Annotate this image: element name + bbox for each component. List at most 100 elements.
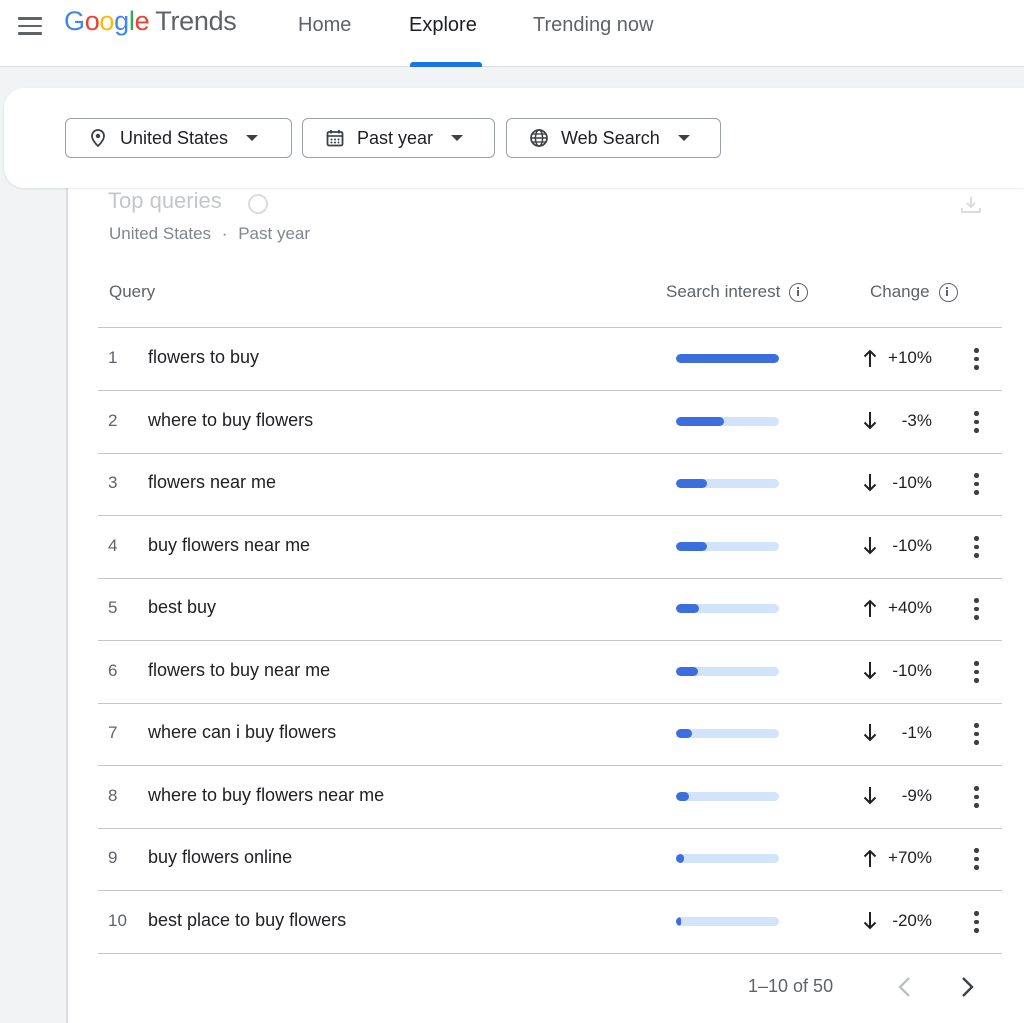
tab-explore[interactable]: Explore: [409, 14, 477, 37]
card-title: Top queries: [108, 188, 222, 213]
pagination-range: 1–10 of 50: [748, 976, 834, 996]
download-icon[interactable]: [960, 195, 982, 215]
query-text[interactable]: where can i buy flowers: [148, 722, 336, 743]
card-subtitle: United States · Past year: [109, 224, 310, 244]
dropdown-caret-icon: [246, 135, 259, 141]
table-row[interactable]: 6 flowers to buy near me -10%: [98, 641, 1002, 703]
change-value: -9%: [901, 786, 932, 805]
tab-trending-now[interactable]: Trending now: [533, 14, 653, 37]
query-text[interactable]: where to buy flowers near me: [148, 785, 384, 806]
more-vert-icon[interactable]: [968, 535, 984, 559]
top-app-bar: Go o g l e Trends Home Explore Trending now: [0, 0, 1024, 67]
search-interest-bar-fill: [676, 917, 681, 926]
row-rank: 4: [108, 536, 118, 555]
change-value: -1%: [901, 723, 932, 742]
change-value: +10%: [888, 348, 932, 367]
column-header-query-label: Query: [109, 282, 156, 301]
table-row[interactable]: 3 flowers near me -10%: [98, 453, 1002, 515]
query-text[interactable]: where to buy flowers: [148, 410, 313, 431]
table-divider: [98, 953, 1002, 954]
dropdown-caret-icon: [677, 135, 690, 141]
arrow-down-icon: [863, 474, 877, 492]
location-filter-label: United States: [120, 127, 229, 148]
arrow-up-icon: [863, 349, 877, 367]
search-interest-bar-fill: [676, 792, 690, 801]
info-icon[interactable]: [938, 282, 958, 302]
subtitle-location: United States: [109, 224, 212, 243]
logo-letter: g: [114, 6, 129, 36]
search-interest-bar-fill: [676, 417, 725, 426]
row-rank: 8: [108, 786, 118, 805]
query-text[interactable]: buy flowers near me: [148, 535, 310, 556]
filter-bar: United States Past year Web Search: [4, 88, 1024, 188]
dropdown-caret-icon: [451, 135, 464, 141]
more-vert-icon[interactable]: [968, 597, 984, 621]
table-row[interactable]: 10 best place to buy flowers -20%: [98, 891, 1002, 953]
info-icon[interactable]: [248, 194, 268, 214]
search-interest-bar-fill: [676, 604, 699, 613]
chevron-left-icon[interactable]: [893, 974, 917, 1000]
arrow-down-icon: [863, 787, 877, 805]
change-value: +70%: [888, 848, 932, 867]
tab-home[interactable]: Home: [298, 14, 351, 37]
more-vert-icon[interactable]: [968, 847, 984, 871]
table-row[interactable]: 4 buy flowers near me -10%: [98, 516, 1002, 578]
query-text[interactable]: buy flowers online: [148, 847, 292, 868]
time-range-filter-label: Past year: [357, 127, 434, 148]
more-vert-icon[interactable]: [968, 660, 984, 684]
search-interest-bar-fill: [676, 729, 693, 738]
search-interest-bar-fill: [676, 854, 685, 863]
logo-suffix: Trends: [155, 6, 237, 36]
menu-icon[interactable]: [14, 14, 46, 38]
search-type-filter-label: Web Search: [561, 127, 660, 148]
globe-icon: [530, 129, 548, 147]
search-interest-bar-fill: [676, 354, 779, 363]
change-value: -10%: [892, 536, 932, 555]
change-value: -3%: [901, 411, 932, 430]
location-filter[interactable]: United States: [65, 118, 292, 158]
row-rank: 7: [108, 723, 118, 742]
query-text[interactable]: best buy: [148, 597, 216, 618]
table-row[interactable]: 7 where can i buy flowers -1%: [98, 703, 1002, 765]
chevron-right-icon[interactable]: [955, 974, 979, 1000]
search-interest-bar: [676, 417, 779, 426]
row-rank: 1: [108, 348, 118, 367]
calendar-icon: [326, 130, 344, 147]
table-row[interactable]: 8 where to buy flowers near me -9%: [98, 766, 1002, 828]
more-vert-icon[interactable]: [968, 472, 984, 496]
table-row[interactable]: 5 best buy +40%: [98, 578, 1002, 640]
more-vert-icon[interactable]: [968, 910, 984, 934]
arrow-down-icon: [863, 912, 877, 930]
more-vert-icon[interactable]: [968, 410, 984, 434]
search-interest-bar: [676, 479, 779, 488]
query-text[interactable]: flowers to buy near me: [148, 660, 330, 681]
subtitle-separator: ·: [221, 224, 228, 243]
search-interest-bar: [676, 792, 779, 801]
query-text[interactable]: flowers near me: [148, 472, 276, 493]
logo-letter: o: [84, 6, 100, 36]
time-range-filter[interactable]: Past year: [302, 118, 495, 158]
arrow-up-icon: [863, 849, 877, 867]
change-value: -10%: [892, 661, 932, 680]
query-text[interactable]: best place to buy flowers: [148, 910, 346, 931]
query-text[interactable]: flowers to buy: [148, 347, 259, 368]
info-icon[interactable]: [789, 282, 809, 302]
search-type-filter[interactable]: Web Search: [506, 118, 721, 158]
search-interest-bar: [676, 667, 779, 676]
more-vert-icon[interactable]: [968, 722, 984, 746]
column-header-change: Change: [870, 282, 958, 302]
arrow-up-icon: [863, 599, 877, 617]
more-vert-icon[interactable]: [968, 785, 984, 809]
logo-letter: G: [64, 6, 85, 36]
table-row[interactable]: 1 flowers to buy +10%: [98, 328, 1002, 390]
search-interest-bar-fill: [676, 479, 707, 488]
search-interest-bar: [676, 604, 779, 613]
change-value: -10%: [892, 473, 932, 492]
google-trends-logo[interactable]: Go o g l e Trends: [64, 6, 237, 46]
row-rank: 2: [108, 411, 118, 430]
more-vert-icon[interactable]: [968, 347, 984, 371]
table-row[interactable]: 2 where to buy flowers -3%: [98, 391, 1002, 453]
search-interest-bar: [676, 542, 779, 551]
change-value: +40%: [888, 598, 932, 617]
table-row[interactable]: 9 buy flowers online +70%: [98, 828, 1002, 890]
